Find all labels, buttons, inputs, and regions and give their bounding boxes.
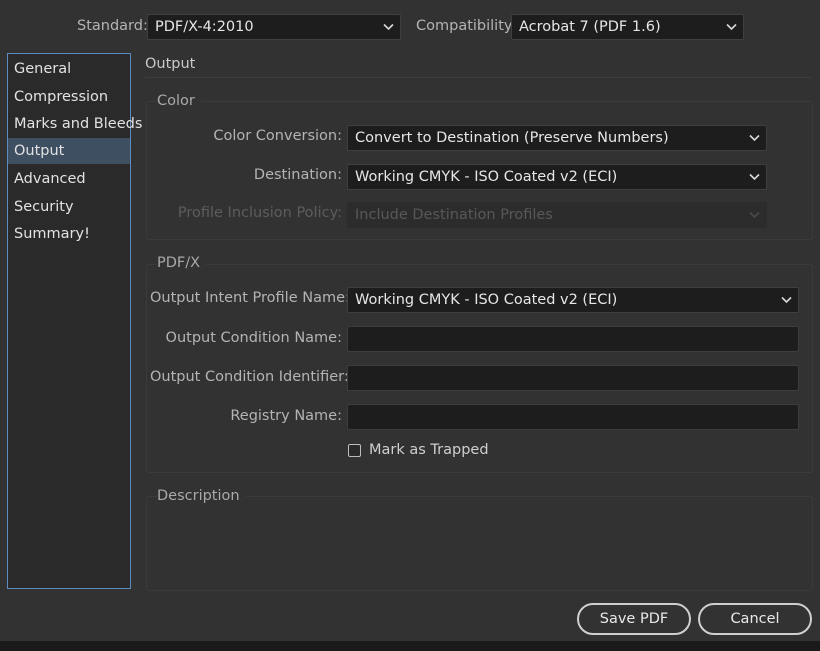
panel-title-divider (145, 77, 811, 78)
standard-dropdown[interactable]: PDF/X-4:2010 (147, 14, 401, 40)
output-condition-identifier-label: Output Condition Identifier: (150, 369, 349, 385)
color-conversion-label: Color Conversion: (213, 128, 342, 144)
compatibility-dropdown[interactable]: Acrobat 7 (PDF 1.6) (511, 14, 744, 40)
pdfx-group-title: PDF/X (157, 255, 207, 271)
mark-as-trapped-label[interactable]: Mark as Trapped (369, 442, 489, 458)
background-strip (0, 641, 820, 651)
registry-name-field[interactable] (347, 404, 799, 430)
compatibility-value: Acrobat 7 (PDF 1.6) (519, 19, 661, 35)
sidebar-item-summary[interactable]: Summary! (8, 221, 130, 247)
output-condition-name-label: Output Condition Name: (165, 330, 342, 346)
panel-title: Output (145, 56, 196, 72)
save-pdf-button[interactable]: Save PDF (577, 603, 691, 635)
chevron-down-icon (749, 173, 760, 181)
sidebar-item-compression[interactable]: Compression (8, 84, 130, 110)
standard-value: PDF/X-4:2010 (155, 19, 254, 35)
sidebar-item-marks-and-bleeds[interactable]: Marks and Bleeds (8, 111, 142, 137)
chevron-down-icon (749, 211, 760, 219)
description-group (146, 496, 813, 591)
color-group-title: Color (157, 93, 201, 109)
description-group-title: Description (157, 488, 246, 504)
destination-dropdown[interactable]: Working CMYK - ISO Coated v2 (ECI) (347, 164, 767, 190)
compatibility-label: Compatibility: (416, 18, 517, 34)
sidebar-item-general[interactable]: General (8, 56, 130, 82)
registry-name-label: Registry Name: (230, 408, 342, 424)
chevron-down-icon (749, 134, 760, 142)
destination-label: Destination: (253, 167, 342, 183)
output-intent-dropdown[interactable]: Working CMYK - ISO Coated v2 (ECI) (347, 287, 799, 313)
output-condition-identifier-field[interactable] (347, 365, 799, 391)
output-intent-value: Working CMYK - ISO Coated v2 (ECI) (355, 292, 618, 308)
sidebar-item-output[interactable]: Output (8, 138, 130, 164)
cancel-button[interactable]: Cancel (698, 603, 812, 635)
chevron-down-icon (781, 296, 792, 304)
mark-as-trapped-checkbox[interactable] (348, 444, 361, 457)
chevron-down-icon (726, 23, 737, 31)
profile-inclusion-dropdown: Include Destination Profiles (347, 202, 767, 228)
output-condition-name-field[interactable] (347, 326, 799, 352)
chevron-down-icon (383, 23, 394, 31)
sidebar-item-security[interactable]: Security (8, 194, 130, 220)
color-conversion-dropdown[interactable]: Convert to Destination (Preserve Numbers… (347, 125, 767, 151)
destination-value: Working CMYK - ISO Coated v2 (ECI) (355, 169, 618, 185)
color-conversion-value: Convert to Destination (Preserve Numbers… (355, 130, 669, 146)
standard-label: Standard: (77, 18, 148, 34)
sidebar-item-advanced[interactable]: Advanced (8, 166, 130, 192)
profile-inclusion-value: Include Destination Profiles (355, 207, 553, 223)
category-list: General Compression Marks and Bleeds Out… (7, 53, 142, 589)
profile-inclusion-label: Profile Inclusion Policy: (177, 205, 342, 221)
output-intent-label: Output Intent Profile Name: (150, 290, 350, 306)
